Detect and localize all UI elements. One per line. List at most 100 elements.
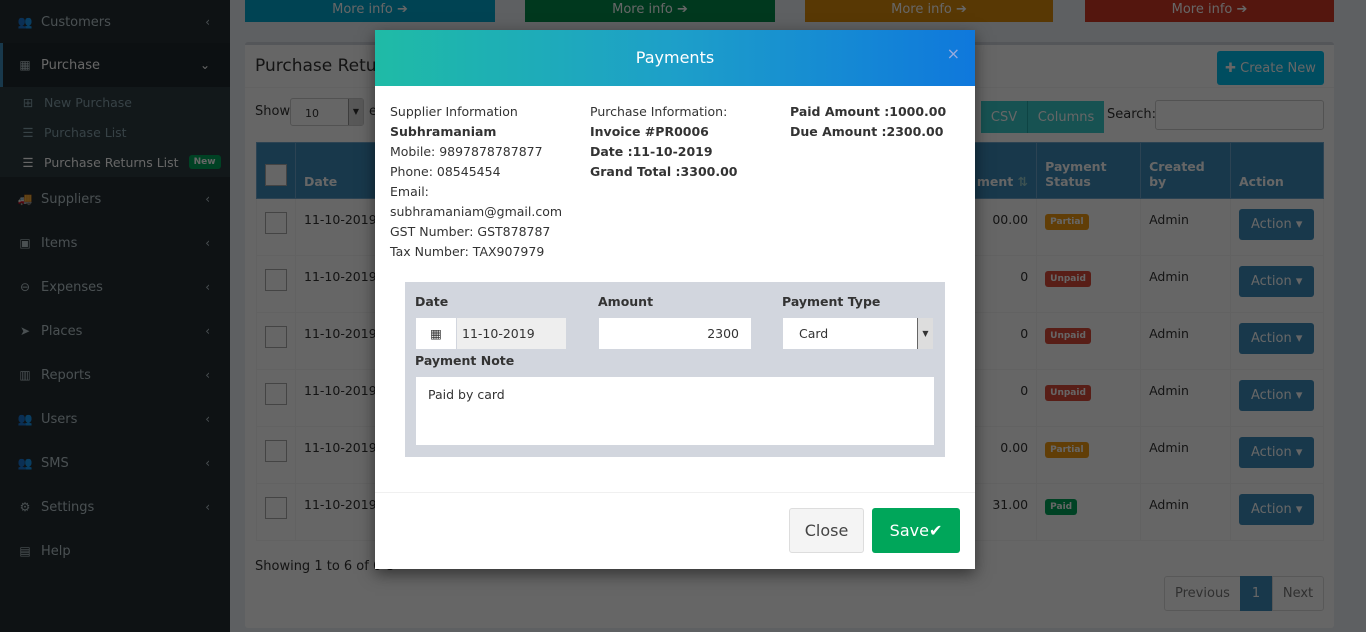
payments-modal: Payments × Supplier Information Subhraman…	[375, 30, 975, 569]
caret-down-icon: ▼	[348, 99, 363, 125]
created-by-cell: Admin	[1140, 255, 1231, 313]
amount-input[interactable]: 2300	[598, 317, 752, 350]
sidebar-item-places[interactable]: ➤ Places ‹	[0, 309, 230, 353]
more-info-link-4[interactable]: More info ➔	[1085, 0, 1334, 22]
columns-button[interactable]: Columns	[1027, 101, 1104, 133]
sort-icon: ⇅	[1017, 174, 1029, 189]
select-all-checkbox	[265, 164, 287, 186]
action-dropdown-button[interactable]: Action ▾	[1239, 209, 1315, 240]
sidebar-item-help[interactable]: ▤ Help	[0, 529, 230, 573]
paper-plane-icon: ➤	[19, 324, 31, 338]
sidebar-item-items[interactable]: ▣ Items ‹	[0, 221, 230, 265]
more-info-link-1[interactable]: More info ➔	[245, 0, 495, 22]
row-checkbox[interactable]	[265, 212, 287, 234]
chevron-left-icon: ‹	[205, 368, 210, 382]
caret-down-icon: ▼	[917, 318, 933, 349]
chevron-left-icon: ‹	[205, 280, 210, 294]
users-icon: 👥	[17, 15, 33, 29]
submenu-purchase-returns-list[interactable]: ☰ Purchase Returns List New	[20, 147, 221, 177]
more-info-link-2[interactable]: More info ➔	[525, 0, 775, 22]
bar-chart-icon: ▥	[19, 368, 31, 382]
chevron-left-icon: ‹	[205, 15, 210, 29]
calendar-icon: ▦	[416, 318, 457, 349]
chevron-left-icon: ‹	[205, 456, 210, 470]
submenu-purchase-list[interactable]: ☰ Purchase List	[20, 117, 126, 147]
amount-info: Paid Amount :1000.00 Due Amount :2300.00	[790, 104, 947, 139]
show-label: Show	[255, 104, 291, 119]
plus-square-icon: ⊞	[22, 94, 34, 110]
action-dropdown-button[interactable]: Action ▾	[1239, 323, 1315, 354]
date-input[interactable]: ▦ 11-10-2019	[415, 317, 567, 350]
payment-form: Date ▦ 11-10-2019 Amount 2300 Payment Ty…	[405, 282, 945, 457]
created-by-cell: Admin	[1140, 312, 1231, 370]
status-badge: Unpaid	[1045, 385, 1091, 401]
status-badge: Paid	[1045, 499, 1078, 515]
row-checkbox[interactable]	[265, 440, 287, 462]
minus-circle-icon: ⊖	[19, 280, 31, 294]
sidebar-item-reports[interactable]: ▥ Reports ‹	[0, 353, 230, 397]
chevron-left-icon: ‹	[205, 324, 210, 338]
new-badge: New	[188, 155, 221, 169]
action-dropdown-button[interactable]: Action ▾	[1239, 494, 1315, 525]
created-by-cell: Admin	[1140, 483, 1231, 541]
create-new-button[interactable]: ✚ Create New	[1217, 51, 1324, 85]
check-icon: ✔	[928, 521, 943, 540]
supplier-info: Supplier Information Subhramaniam Mobile:…	[390, 104, 563, 259]
payment-status-header[interactable]: Payment Status	[1036, 142, 1142, 199]
action-dropdown-button[interactable]: Action ▾	[1239, 266, 1315, 297]
truck-icon: 🚚	[17, 192, 33, 206]
users-icon: 👥	[17, 456, 33, 470]
pagination-next[interactable]: Next	[1272, 576, 1324, 611]
row-checkbox[interactable]	[265, 497, 287, 519]
action-dropdown-button[interactable]: Action ▾	[1239, 380, 1315, 411]
save-button[interactable]: Save ✔	[872, 508, 960, 553]
sidebar-item-purchase[interactable]: ▦ Purchase ⌄	[0, 43, 230, 87]
search-label: Search:	[1107, 107, 1157, 122]
cogs-icon: ⚙	[19, 500, 31, 514]
status-badge: Unpaid	[1045, 271, 1091, 287]
payment-type-select[interactable]: Card ▼	[782, 317, 934, 350]
close-icon[interactable]: ×	[947, 26, 960, 82]
list-icon: ☰	[22, 154, 34, 170]
payment-note-textarea[interactable]: Paid by card	[415, 376, 935, 446]
sidebar-item-suppliers[interactable]: 🚚 Suppliers ‹	[0, 177, 230, 221]
created-by-cell: Admin	[1140, 426, 1231, 484]
pagination-page-1[interactable]: 1	[1240, 576, 1272, 611]
row-checkbox[interactable]	[265, 326, 287, 348]
created-by-cell: Admin	[1140, 198, 1231, 256]
row-checkbox[interactable]	[265, 383, 287, 405]
row-checkbox[interactable]	[265, 269, 287, 291]
select-all-header[interactable]	[256, 142, 296, 199]
chevron-left-icon: ‹	[205, 192, 210, 206]
sidebar-item-sms[interactable]: 👥 SMS ‹	[0, 441, 230, 485]
created-by-header[interactable]: Created by	[1140, 142, 1231, 199]
created-by-cell: Admin	[1140, 369, 1231, 427]
sidebar-item-customers[interactable]: 👥 Customers ‹	[0, 0, 230, 44]
csv-button[interactable]: CSV	[981, 101, 1027, 133]
action-dropdown-button[interactable]: Action ▾	[1239, 437, 1315, 468]
plus-icon: ✚	[1225, 60, 1241, 76]
grid-icon: ▦	[19, 58, 31, 72]
list-icon: ☰	[22, 124, 34, 140]
status-badge: Partial	[1045, 214, 1089, 230]
more-info-link-3[interactable]: More info ➔	[805, 0, 1053, 22]
status-badge: Unpaid	[1045, 328, 1091, 344]
sidebar-item-settings[interactable]: ⚙ Settings ‹	[0, 485, 230, 529]
page-length-select[interactable]: 10 ▼	[290, 98, 364, 126]
chevron-left-icon: ‹	[205, 412, 210, 426]
users-icon: 👥	[17, 412, 33, 426]
submenu-new-purchase[interactable]: ⊞ New Purchase	[20, 87, 132, 117]
sidebar-item-expenses[interactable]: ⊖ Expenses ‹	[0, 265, 230, 309]
search-input[interactable]	[1155, 100, 1324, 130]
cubes-icon: ▣	[19, 236, 31, 250]
purchase-submenu: ⊞ New Purchase ☰ Purchase List ☰ Purchase R…	[0, 87, 230, 177]
chevron-left-icon: ‹	[205, 236, 210, 250]
sidebar-item-users[interactable]: 👥 Users ‹	[0, 397, 230, 441]
modal-title: Payments	[635, 48, 715, 67]
chevron-left-icon: ‹	[205, 500, 210, 514]
pagination-previous[interactable]: Previous	[1164, 576, 1241, 611]
modal-header: Payments ×	[375, 30, 975, 86]
book-icon: ▤	[19, 544, 31, 558]
status-badge: Partial	[1045, 442, 1089, 458]
close-button[interactable]: Close	[789, 508, 864, 553]
